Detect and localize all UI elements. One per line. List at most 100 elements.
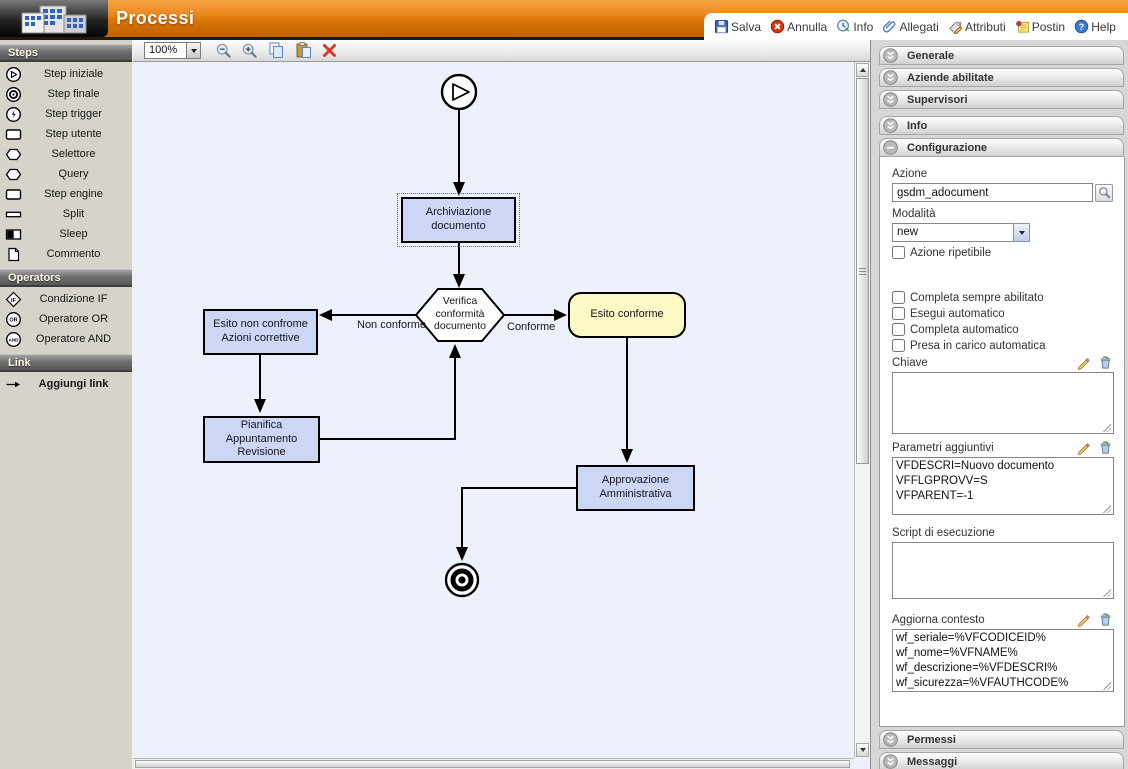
node-verifica-conformita-label[interactable]: Verifica conformità documento xyxy=(418,295,502,333)
palette-item-selettore[interactable]: Selettore xyxy=(0,144,132,164)
checkbox-esegui-automatico[interactable]: Esegui automatico xyxy=(892,307,1113,320)
info-button[interactable]: Info xyxy=(836,19,873,34)
palette-item-step-finale[interactable]: Step finale xyxy=(0,84,132,104)
attributes-button[interactable]: Attributi xyxy=(948,19,1006,34)
modalita-dropdown-button[interactable] xyxy=(1013,223,1030,242)
accordion-aziende-abilitate[interactable]: Aziende abilitate xyxy=(879,68,1124,87)
help-icon: ? xyxy=(1074,19,1089,34)
trigger-step-icon xyxy=(0,106,27,123)
zoom-level-value[interactable]: 100% xyxy=(144,42,186,59)
palette-item-step-iniziale[interactable]: Step iniziale xyxy=(0,64,132,84)
edit-pencil-icon[interactable] xyxy=(1076,355,1091,370)
palette-item-operatore-and[interactable]: AND Operatore AND xyxy=(0,329,132,349)
engine-step-icon xyxy=(0,186,27,203)
checkbox-completa-automatico[interactable]: Completa automatico xyxy=(892,323,1113,336)
help-button[interactable]: ? Help xyxy=(1074,19,1116,34)
resize-handle-icon[interactable] xyxy=(1103,505,1111,513)
parametri-aggiuntivi-textarea[interactable]: VFDESCRI=Nuovo documento VFFLGPROVV=S VF… xyxy=(892,457,1114,515)
zoom-level-combo[interactable]: 100% xyxy=(144,42,201,59)
palette-item-split[interactable]: Split xyxy=(0,204,132,224)
palette-item-step-utente[interactable]: Step utente xyxy=(0,124,132,144)
edge-label-non-conforme: Non conforme xyxy=(357,319,426,331)
presa-in-carico-checkbox[interactable] xyxy=(892,339,905,352)
palette-item-condizione-if[interactable]: IF Condizione IF xyxy=(0,289,132,309)
azione-ripetibile-checkbox[interactable] xyxy=(892,246,905,259)
palette-item-step-trigger[interactable]: Step trigger xyxy=(0,104,132,124)
palette-section-operators[interactable]: Operators xyxy=(0,269,132,287)
zoom-in-button[interactable] xyxy=(241,42,259,60)
palette-section-steps[interactable]: Steps xyxy=(0,44,132,62)
clear-trash-icon[interactable] xyxy=(1098,612,1113,627)
palette-item-sleep[interactable]: Sleep xyxy=(0,224,132,244)
accordion-messaggi[interactable]: Messaggi xyxy=(879,752,1124,769)
sleep-icon xyxy=(0,226,27,243)
resize-handle-icon[interactable] xyxy=(1103,682,1111,690)
clear-trash-icon[interactable] xyxy=(1098,440,1113,455)
edit-pencil-icon[interactable] xyxy=(1076,612,1091,627)
accordion-info[interactable]: Info xyxy=(879,116,1124,135)
resize-handle-icon[interactable] xyxy=(1103,589,1111,597)
scroll-up-button[interactable] xyxy=(856,63,869,77)
palette-item-step-engine[interactable]: Step engine xyxy=(0,184,132,204)
completa-sempre-checkbox[interactable] xyxy=(892,291,905,304)
app-header: Processi Salva Annulla xyxy=(0,0,1128,40)
delete-button[interactable] xyxy=(321,42,338,59)
svg-text:IF: IF xyxy=(11,297,17,303)
azione-label: Azione xyxy=(892,168,1113,180)
script-esecuzione-textarea[interactable] xyxy=(892,542,1114,599)
chiave-textarea[interactable] xyxy=(892,372,1114,434)
zoom-dropdown-button[interactable] xyxy=(186,42,201,59)
cancel-button[interactable]: Annulla xyxy=(770,19,827,34)
canvas-toolbar: 100% xyxy=(133,40,870,62)
node-approvazione-amministrativa[interactable]: Approvazione Amministrativa xyxy=(576,465,695,511)
azione-lookup-button[interactable] xyxy=(1095,184,1113,202)
palette-item-operatore-or[interactable]: OR Operatore OR xyxy=(0,309,132,329)
checkbox-presa-in-carico[interactable]: Presa in carico automatica xyxy=(892,339,1113,352)
esegui-automatico-checkbox[interactable] xyxy=(892,307,905,320)
accordion-generale[interactable]: Generale xyxy=(879,46,1124,65)
aggiorna-contesto-label: Aggiorna contesto xyxy=(892,614,1069,626)
node-archiviazione-documento[interactable]: Archiviazione documento xyxy=(401,197,516,243)
horizontal-scrollbar-thumb[interactable] xyxy=(135,760,850,768)
zoom-out-button[interactable] xyxy=(215,42,233,60)
canvas-vertical-scrollbar[interactable] xyxy=(854,62,870,758)
palette-item-aggiungi-link[interactable]: Aggiungi link xyxy=(0,374,132,394)
aggiorna-contesto-textarea[interactable]: wf_seriale=%VFCODICEID% wf_nome=%VFNAME%… xyxy=(892,629,1114,692)
node-esito-non-conforme[interactable]: Esito non confrome Azioni correttive xyxy=(203,309,318,355)
palette-item-query[interactable]: Query xyxy=(0,164,132,184)
node-start[interactable] xyxy=(442,75,476,109)
collapse-icon xyxy=(883,140,898,155)
expand-icon xyxy=(883,754,898,769)
accordion-configurazione[interactable]: Configurazione xyxy=(879,138,1124,157)
completa-automatico-checkbox[interactable] xyxy=(892,323,905,336)
copy-button[interactable] xyxy=(267,41,286,60)
expand-icon xyxy=(883,732,898,747)
edit-pencil-icon[interactable] xyxy=(1076,440,1091,455)
vertical-scrollbar-thumb[interactable] xyxy=(856,78,869,464)
node-esito-conforme[interactable]: Esito conforme xyxy=(568,292,686,338)
canvas-horizontal-scrollbar[interactable] xyxy=(133,758,854,769)
postit-button[interactable]: Postin xyxy=(1015,19,1065,34)
node-end[interactable] xyxy=(446,564,478,596)
diagram-canvas[interactable]: Archiviazione documento Verifica conform… xyxy=(133,62,854,758)
split-icon xyxy=(0,206,27,223)
modalita-select[interactable]: new xyxy=(892,223,1030,242)
save-button[interactable]: Salva xyxy=(714,19,761,34)
accordion-supervisori[interactable]: Supervisori xyxy=(879,90,1124,109)
checkbox-azione-ripetibile[interactable]: Azione ripetibile xyxy=(892,246,1113,259)
paste-button[interactable] xyxy=(294,41,313,60)
palette-section-link[interactable]: Link xyxy=(0,354,132,372)
shape-palette: Steps Step iniziale Step finale Step tri… xyxy=(0,40,133,769)
attachments-button[interactable]: Allegati xyxy=(882,19,938,34)
accordion-permessi[interactable]: Permessi xyxy=(879,730,1124,749)
user-step-icon xyxy=(0,126,27,143)
node-pianifica-appuntamento[interactable]: Pianifica Appuntamento Revisione xyxy=(203,416,320,463)
workflow-designer-app: Processi Salva Annulla xyxy=(0,0,1128,769)
checkbox-completa-sempre[interactable]: Completa sempre abilitato xyxy=(892,291,1113,304)
palette-item-commento[interactable]: Commento xyxy=(0,244,132,264)
buildings-icon xyxy=(10,3,98,35)
resize-handle-icon[interactable] xyxy=(1103,424,1111,432)
scroll-down-button[interactable] xyxy=(856,743,869,757)
azione-input[interactable] xyxy=(892,183,1093,202)
clear-trash-icon[interactable] xyxy=(1098,355,1113,370)
